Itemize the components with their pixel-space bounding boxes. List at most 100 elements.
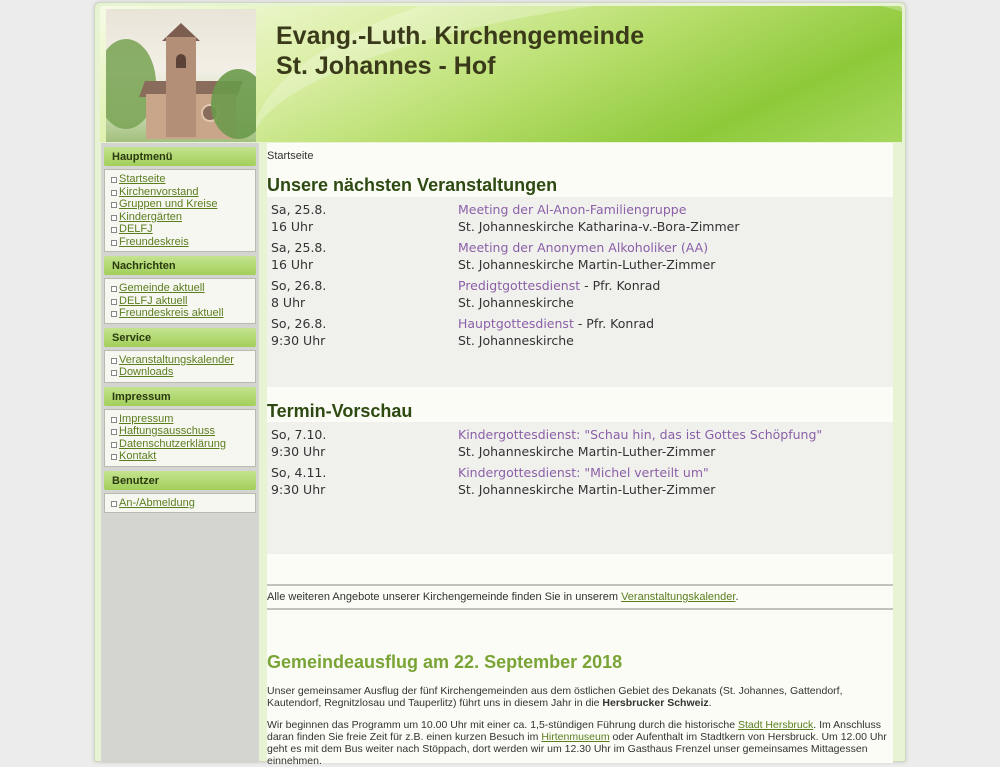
- event-row: So, 26.8. 8 Uhr Predigtgottesdienst - Pfr.…: [267, 273, 893, 311]
- menu-box: Veranstaltungskalender Downloads: [104, 349, 256, 383]
- event-location: St. Johanneskirche Martin-Luther-Zimmer: [458, 482, 716, 497]
- event-info: Hauptgottesdienst - Pfr. Konrad St. Johan…: [458, 315, 654, 349]
- event-location: St. Johanneskirche: [458, 295, 574, 310]
- article-paragraph-1: Unser gemeinsamer Ausflug der fünf Kirch…: [267, 685, 893, 709]
- site-title: Evang.-Luth. Kirchengemeinde St. Johanne…: [276, 21, 644, 81]
- event-day: So, 26.8.: [271, 316, 327, 331]
- menu-heading: Service: [104, 327, 256, 347]
- sidebar-item[interactable]: Startseite: [111, 173, 255, 186]
- event-date: So, 26.8. 8 Uhr: [271, 277, 326, 311]
- event-title-link[interactable]: Meeting der Al-Anon-Familiengruppe: [458, 202, 686, 217]
- article-heading: Gemeindeausflug am 22. September 2018: [267, 652, 623, 672]
- divider-bottom: [267, 608, 893, 610]
- event-info: Kindergottesdienst: "Schau hin, das ist …: [458, 426, 822, 460]
- sidebar-item[interactable]: Impressum: [111, 413, 255, 426]
- event-time: 16 Uhr: [271, 219, 314, 234]
- sidebar-item[interactable]: Kindergärten: [111, 211, 255, 224]
- event-suffix: - Pfr. Konrad: [580, 278, 661, 293]
- calendar-info-text: Alle weiteren Angebote unserer Kirchenge…: [267, 591, 739, 603]
- hersbruck-link[interactable]: Stadt Hersbruck: [738, 719, 813, 731]
- event-info: Kindergottesdienst: "Michel verteilt um"…: [458, 464, 715, 498]
- event-info: Predigtgottesdienst - Pfr. Konrad St. Joh…: [458, 277, 660, 311]
- event-date: So, 7.10. 9:30 Uhr: [271, 426, 326, 460]
- menu-heading: Benutzer: [104, 470, 256, 490]
- site-header: Evang.-Luth. Kirchengemeinde St. Johanne…: [100, 6, 902, 142]
- sidebar-item[interactable]: DELFJ aktuell: [111, 295, 255, 308]
- event-day: So, 7.10.: [271, 427, 327, 442]
- article-p2-text: Wir beginnen das Programm um 10.00 Uhr m…: [267, 719, 738, 731]
- event-row: Sa, 25.8. 16 Uhr Meeting der Al-Anon-Famil…: [267, 197, 893, 235]
- menu-heading: Hauptmenü: [104, 147, 256, 166]
- sidebar-item[interactable]: Datenschutzerklärung: [111, 438, 255, 451]
- sidebar-item[interactable]: Veranstaltungskalender: [111, 354, 255, 367]
- article-p1-bold: Hersbrucker Schweiz: [602, 697, 709, 709]
- event-time: 8 Uhr: [271, 295, 306, 310]
- church-tower: [166, 37, 196, 137]
- calendar-link[interactable]: Veranstaltungskalender: [621, 591, 735, 603]
- event-day: So, 26.8.: [271, 278, 327, 293]
- event-row: So, 7.10. 9:30 Uhr Kindergottesdienst: "Sc…: [267, 422, 893, 460]
- article-p1-text: Unser gemeinsamer Ausflug der fünf Kirch…: [267, 685, 843, 709]
- event-date: So, 26.8. 9:30 Uhr: [271, 315, 326, 349]
- sidebar-item[interactable]: Kontakt: [111, 450, 255, 463]
- menu-heading: Impressum: [104, 386, 256, 406]
- event-title-link[interactable]: Meeting der Anonymen Alkoholiker (AA): [458, 240, 708, 255]
- preview-events-list: So, 7.10. 9:30 Uhr Kindergottesdienst: "Sc…: [267, 422, 893, 554]
- event-title-link[interactable]: Hauptgottesdienst: [458, 316, 574, 331]
- menu-heading: Nachrichten: [104, 256, 256, 275]
- article-paragraph-2: Wir beginnen das Programm um 10.00 Uhr m…: [267, 719, 893, 767]
- sidebar-item[interactable]: Kirchenvorstand: [111, 186, 255, 199]
- event-time: 16 Uhr: [271, 257, 314, 272]
- event-row: So, 4.11. 9:30 Uhr Kindergottesdienst: "Mi…: [267, 460, 893, 498]
- event-day: Sa, 25.8.: [271, 202, 327, 217]
- event-row: Sa, 25.8. 16 Uhr Meeting der Anonymen Alko…: [267, 235, 893, 273]
- sidebar-item[interactable]: Gemeinde aktuell: [111, 282, 255, 295]
- event-location: St. Johanneskirche Katharina-v.-Bora-Zim…: [458, 219, 740, 234]
- church-painting-image: [106, 9, 256, 142]
- event-info: Meeting der Anonymen Alkoholiker (AA) St.…: [458, 239, 715, 273]
- event-date: So, 4.11. 9:30 Uhr: [271, 464, 326, 498]
- sidebar-item[interactable]: Freundeskreis aktuell: [111, 307, 255, 320]
- hirtenmuseum-link[interactable]: Hirtenmuseum: [541, 731, 609, 743]
- sidebar-item[interactable]: Gruppen und Kreise: [111, 198, 255, 211]
- event-day: Sa, 25.8.: [271, 240, 327, 255]
- event-date: Sa, 25.8. 16 Uhr: [271, 239, 326, 273]
- upcoming-events-list: Sa, 25.8. 16 Uhr Meeting der Al-Anon-Famil…: [267, 197, 893, 387]
- event-suffix: - Pfr. Konrad: [573, 316, 655, 331]
- site-title-line2: St. Johannes - Hof: [276, 52, 496, 80]
- menu-box: An-/Abmeldung: [104, 492, 256, 513]
- event-title-link[interactable]: Predigtgottesdienst: [458, 278, 580, 293]
- breadcrumb: Startseite: [267, 150, 314, 162]
- calendar-info-suffix: .: [735, 591, 739, 603]
- sidebar-item[interactable]: DELFJ: [111, 223, 255, 236]
- calendar-info-prefix: Alle weiteren Angebote unserer Kirchenge…: [267, 591, 622, 603]
- event-info: Meeting der Al-Anon-Familiengruppe St. Jo…: [458, 201, 740, 235]
- page-frame: Evang.-Luth. Kirchengemeinde St. Johanne…: [94, 2, 906, 767]
- sidebar: Hauptmenü Startseite Kirchenvorstand Gruppe…: [101, 143, 259, 763]
- menu-box: Startseite Kirchenvorstand Gruppen und Kre…: [104, 169, 256, 252]
- event-row: So, 26.8. 9:30 Uhr Hauptgottesdienst - Pfr…: [267, 311, 893, 349]
- sidebar-item[interactable]: Downloads: [111, 366, 255, 379]
- event-time: 9:30 Uhr: [271, 333, 326, 348]
- event-day: So, 4.11.: [271, 465, 327, 480]
- main-content: Startseite Unsere nächsten Veranstaltung…: [267, 143, 893, 767]
- sidebar-item[interactable]: Haftungsausschuss: [111, 425, 255, 438]
- event-date: Sa, 25.8. 16 Uhr: [271, 201, 326, 235]
- sidebar-item[interactable]: An-/Abmeldung: [111, 497, 255, 510]
- site-title-line1: Evang.-Luth. Kirchengemeinde: [276, 22, 645, 50]
- divider-top: [267, 584, 893, 586]
- menu-box: Impressum Haftungsausschuss Datenschutzerk…: [104, 408, 256, 467]
- tower-window: [176, 54, 186, 68]
- event-title-link[interactable]: Kindergottesdienst: "Michel verteilt um": [458, 465, 709, 480]
- event-location: St. Johanneskirche: [458, 333, 574, 348]
- event-time: 9:30 Uhr: [271, 444, 326, 459]
- event-title-link[interactable]: Kindergottesdienst: "Schau hin, das ist …: [458, 427, 822, 442]
- preview-heading: Termin-Vorschau: [267, 401, 413, 421]
- menu-box: Gemeinde aktuell DELFJ aktuell Freundeskre…: [104, 278, 256, 324]
- upcoming-events-heading: Unsere nächsten Veranstaltungen: [267, 175, 558, 195]
- event-location: St. Johanneskirche Martin-Luther-Zimmer: [458, 444, 716, 459]
- event-location: St. Johanneskirche Martin-Luther-Zimmer: [458, 257, 716, 272]
- sidebar-item[interactable]: Freundeskreis: [111, 236, 255, 249]
- article-p1-end: .: [708, 697, 712, 709]
- event-time: 9:30 Uhr: [271, 482, 326, 497]
